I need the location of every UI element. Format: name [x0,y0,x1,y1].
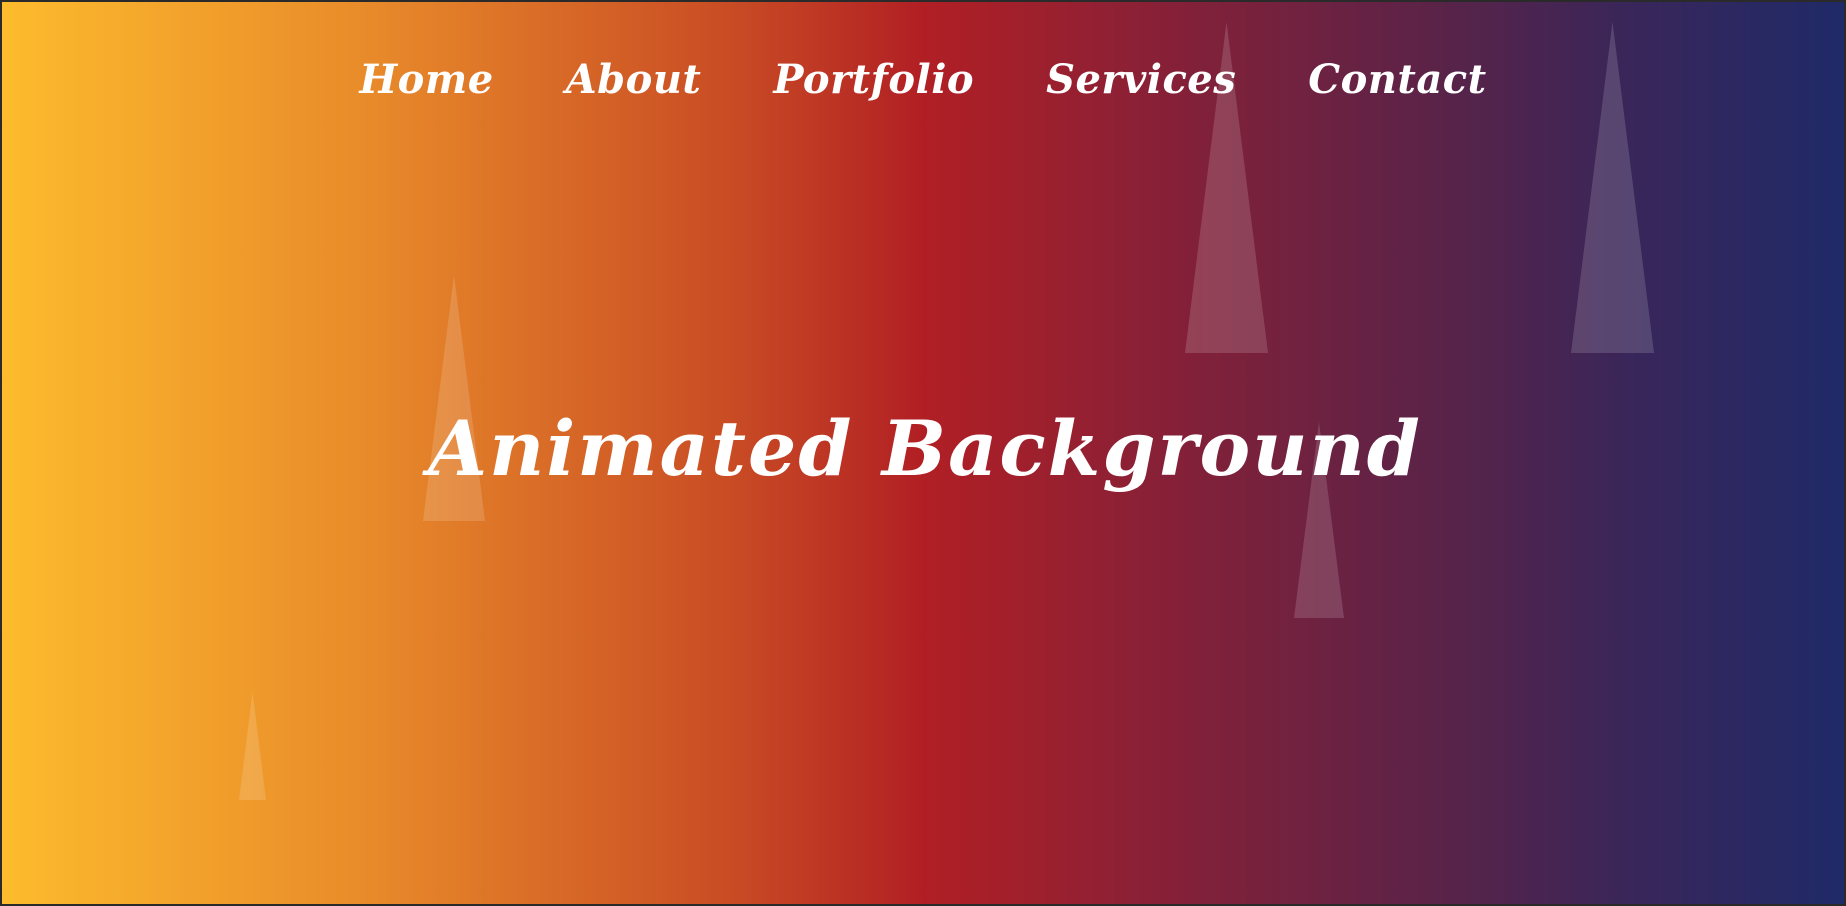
nav-link-home[interactable]: Home [359,60,493,100]
nav-link-services[interactable]: Services [1046,60,1236,100]
floating-triangle-shape [239,692,266,800]
main-navigation: Home About Portfolio Services Contact [2,60,1844,100]
nav-link-portfolio[interactable]: Portfolio [773,60,974,100]
hero-title: Animated Background [428,403,1422,493]
animated-background-page: Home About Portfolio Services Contact An… [0,0,1846,906]
nav-link-contact[interactable]: Contact [1308,60,1486,100]
nav-link-about[interactable]: About [566,60,702,100]
